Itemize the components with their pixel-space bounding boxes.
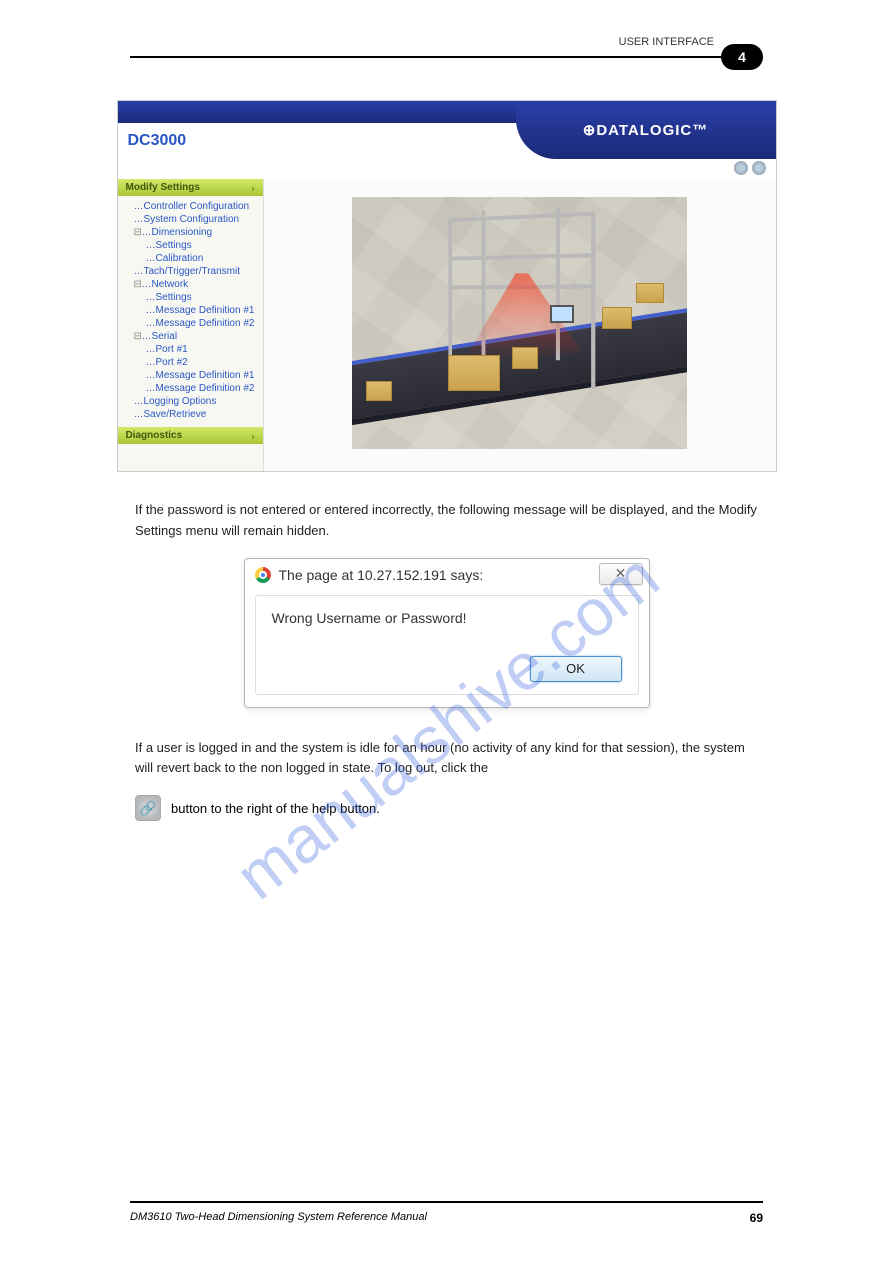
header-rule <box>130 56 763 58</box>
sidebar-item[interactable]: …Message Definition #1 <box>124 304 261 317</box>
paragraph: If a user is logged in and the system is… <box>135 738 758 780</box>
sidebar-item[interactable]: …Message Definition #2 <box>124 317 261 330</box>
paragraph: button to the right of the help button. <box>171 801 380 816</box>
sidebar-section-label: Modify Settings <box>126 182 200 193</box>
tree-toggle-icon: ⊟ <box>134 331 142 342</box>
sidebar-item-label: …Serial <box>142 331 178 342</box>
sidebar-item[interactable]: ⊟…Serial <box>124 330 261 343</box>
sidebar-tree: …Controller Configuration …System Configu… <box>118 196 263 427</box>
sidebar-item[interactable]: …Settings <box>124 239 261 252</box>
app-toolbar <box>118 159 776 179</box>
sidebar-item-label: …Settings <box>146 292 192 303</box>
dialog-message: Wrong Username or Password! <box>272 610 622 626</box>
sidebar-item[interactable]: …Settings <box>124 291 261 304</box>
sidebar-item-label: …Network <box>142 279 189 290</box>
sidebar-item-label: …Dimensioning <box>142 227 213 238</box>
sidebar-item[interactable]: ⊟…Dimensioning <box>124 226 261 239</box>
login-icon[interactable] <box>752 161 766 175</box>
alert-dialog: The page at 10.27.152.191 says: ✕ Wrong … <box>244 558 650 708</box>
paragraph: If the password is not entered or entere… <box>135 500 758 542</box>
sidebar-item-label: …Logging Options <box>134 396 217 407</box>
sidebar-item-label: …Port #2 <box>146 357 188 368</box>
app-header: DC3000 ⊕DATALOGIC™ <box>118 123 776 159</box>
sidebar-item-label: …Save/Retrieve <box>134 409 207 420</box>
sidebar: Modify Settings › …Controller Configurat… <box>118 179 264 471</box>
chrome-icon <box>255 567 271 583</box>
chevron-right-icon: › <box>252 183 255 193</box>
sidebar-item-label: …System Configuration <box>134 214 240 225</box>
sidebar-section-diagnostics[interactable]: Diagnostics › <box>118 427 263 444</box>
header-label: USER INTERFACE <box>615 36 718 48</box>
sidebar-item-label: …Tach/Trigger/Transmit <box>134 266 241 277</box>
sidebar-item[interactable]: …Save/Retrieve <box>124 408 261 421</box>
sidebar-item-label: …Calibration <box>146 253 204 264</box>
main-area <box>264 179 776 471</box>
sidebar-section-label: Diagnostics <box>126 430 183 441</box>
ok-button[interactable]: OK <box>530 656 622 682</box>
dialog-title: The page at 10.27.152.191 says: <box>279 567 484 583</box>
sidebar-item[interactable]: …Message Definition #1 <box>124 369 261 382</box>
sidebar-item-label: …Port #1 <box>146 344 188 355</box>
tree-toggle-icon: ⊟ <box>134 227 142 238</box>
sidebar-item[interactable]: …System Configuration <box>124 213 261 226</box>
sidebar-item-label: …Message Definition #1 <box>146 370 255 381</box>
brand-logo: ⊕DATALOGIC™ <box>516 101 776 159</box>
close-button[interactable]: ✕ <box>599 563 643 585</box>
footer-rule <box>130 1201 763 1203</box>
logout-icon[interactable]: 🔗 <box>135 795 161 821</box>
sidebar-item-label: …Controller Configuration <box>134 201 250 212</box>
help-icon[interactable] <box>734 161 748 175</box>
sidebar-item-label: …Message Definition #2 <box>146 318 255 329</box>
page-number: 69 <box>750 1211 763 1225</box>
sidebar-item[interactable]: …Tach/Trigger/Transmit <box>124 265 261 278</box>
sidebar-item-label: …Message Definition #2 <box>146 383 255 394</box>
footer-doc-title: DM3610 Two-Head Dimensioning System Refe… <box>130 1211 427 1223</box>
sidebar-item[interactable]: …Port #1 <box>124 343 261 356</box>
sidebar-item[interactable]: ⊟…Network <box>124 278 261 291</box>
chapter-badge: 4 <box>721 44 763 70</box>
sidebar-item[interactable]: …Message Definition #2 <box>124 382 261 395</box>
chevron-right-icon: › <box>252 431 255 441</box>
app-title: DC3000 <box>118 132 197 150</box>
sidebar-item-label: …Message Definition #1 <box>146 305 255 316</box>
sidebar-item[interactable]: …Controller Configuration <box>124 200 261 213</box>
sidebar-item-label: …Settings <box>146 240 192 251</box>
sidebar-item[interactable]: …Logging Options <box>124 395 261 408</box>
sidebar-item[interactable]: …Calibration <box>124 252 261 265</box>
sidebar-item[interactable]: …Port #2 <box>124 356 261 369</box>
tree-toggle-icon: ⊟ <box>134 279 142 290</box>
system-3d-render <box>352 197 687 449</box>
sidebar-section-modify[interactable]: Modify Settings › <box>118 179 263 196</box>
app-window: DC3000 ⊕DATALOGIC™ Modify Settings › …Co… <box>117 100 777 472</box>
